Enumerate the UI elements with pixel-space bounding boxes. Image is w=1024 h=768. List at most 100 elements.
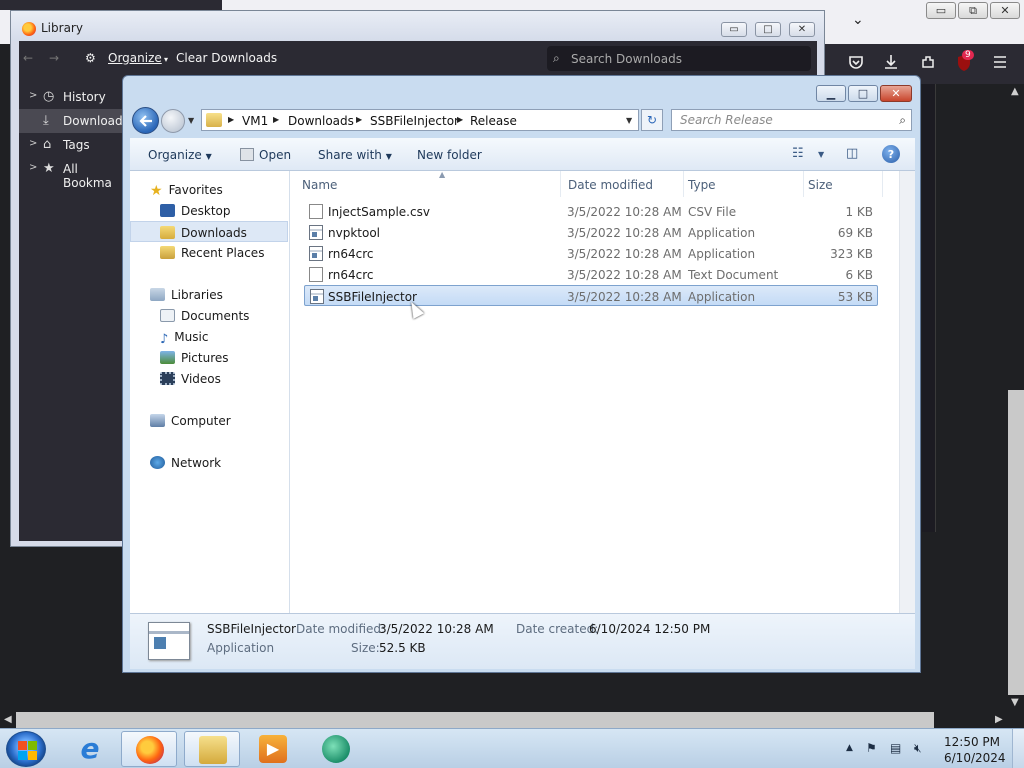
explorer-close-button[interactable]: ✕ bbox=[880, 85, 912, 102]
breadcrumb-separator-icon[interactable]: ▶ bbox=[273, 115, 279, 124]
file-row[interactable]: nvpktool 3/5/2022 10:28 AM Application 6… bbox=[304, 222, 878, 243]
expand-chevron-icon[interactable]: > bbox=[29, 90, 37, 101]
breadcrumb-downloads[interactable]: Downloads bbox=[288, 114, 354, 128]
column-header-size[interactable]: Size bbox=[808, 171, 883, 197]
sidebar-item-all-bookmarks[interactable]: > ★ All Bookma bbox=[19, 157, 129, 190]
refresh-icon[interactable]: ↻ bbox=[641, 109, 663, 131]
scroll-up-arrow-icon[interactable]: ▲ bbox=[1011, 86, 1019, 97]
scroll-down-arrow-icon[interactable]: ▼ bbox=[1011, 697, 1019, 708]
organize-label: Organize bbox=[148, 148, 202, 162]
taskbar-chat-app[interactable] bbox=[308, 731, 364, 767]
breadcrumb-vm1[interactable]: VM1 bbox=[242, 114, 268, 128]
address-dropdown-icon[interactable]: ▼ bbox=[626, 116, 632, 125]
open-icon bbox=[240, 148, 254, 161]
folder-icon bbox=[206, 113, 222, 127]
nav-network[interactable]: Network bbox=[130, 452, 288, 473]
expand-chevron-icon[interactable]: > bbox=[29, 138, 37, 149]
clear-downloads-button[interactable]: Clear Downloads bbox=[176, 51, 277, 65]
back-arrow-icon[interactable]: ← bbox=[23, 51, 33, 65]
sidebar-item-history[interactable]: > ◷ History bbox=[19, 85, 129, 109]
column-header-name[interactable]: Name ▲ bbox=[302, 170, 561, 197]
file-row-selected[interactable]: SSBFileInjector 3/5/2022 10:28 AM Applic… bbox=[304, 285, 878, 306]
help-icon[interactable]: ? bbox=[882, 145, 900, 163]
breadcrumb-separator-icon[interactable]: ▶ bbox=[457, 115, 463, 124]
network-tray-icon[interactable]: ▤ bbox=[890, 741, 901, 755]
preview-pane-icon[interactable]: ◫ bbox=[846, 146, 858, 161]
taskbar-internet-explorer[interactable]: e bbox=[62, 731, 118, 767]
explorer-minimize-button[interactable]: ▁ bbox=[816, 85, 846, 102]
breadcrumb-separator-icon[interactable]: ▶ bbox=[228, 115, 234, 124]
column-header-type[interactable]: Type bbox=[688, 171, 804, 197]
sidebar-item-tags[interactable]: > ⌂ Tags bbox=[19, 133, 129, 157]
firefox-horizontal-scroll-thumb[interactable] bbox=[16, 712, 934, 728]
library-minimize-button[interactable]: ▭ bbox=[721, 22, 747, 37]
view-dropdown-icon[interactable]: ▼ bbox=[818, 150, 824, 159]
scroll-left-arrow-icon[interactable]: ◀ bbox=[4, 714, 12, 725]
share-dropdown-icon: ▼ bbox=[385, 152, 392, 161]
nav-computer[interactable]: Computer bbox=[130, 410, 288, 431]
library-maximize-button[interactable]: □ bbox=[755, 22, 781, 37]
change-view-icon[interactable]: ☷ bbox=[792, 146, 804, 161]
nav-label: Network bbox=[171, 456, 222, 470]
share-with-button[interactable]: Share with ▼ bbox=[318, 148, 392, 162]
show-desktop-button[interactable] bbox=[1012, 729, 1024, 768]
breadcrumb-ssbfileinjector[interactable]: SSBFileInjector bbox=[370, 114, 459, 128]
nav-pictures[interactable]: Pictures bbox=[130, 347, 288, 368]
breadcrumb-release[interactable]: Release bbox=[470, 114, 517, 128]
file-row[interactable]: InjectSample.csv 3/5/2022 10:28 AM CSV F… bbox=[304, 201, 878, 222]
open-button[interactable]: Open bbox=[240, 148, 291, 162]
recent-pages-dropdown-icon[interactable]: ▼ bbox=[188, 116, 194, 125]
application-icon bbox=[148, 622, 190, 660]
library-close-button[interactable]: ✕ bbox=[789, 22, 815, 37]
firefox-restore-button[interactable]: ⧉ bbox=[958, 2, 988, 19]
nav-music[interactable]: ♪ Music bbox=[130, 326, 288, 347]
firefox-close-button[interactable]: ✕ bbox=[990, 2, 1020, 19]
nav-documents[interactable]: Documents bbox=[130, 305, 288, 326]
start-button[interactable] bbox=[6, 731, 46, 767]
forward-arrow-icon[interactable]: → bbox=[49, 51, 59, 65]
forward-button[interactable] bbox=[161, 109, 185, 133]
action-center-flag-icon[interactable]: ⚑ bbox=[866, 741, 877, 755]
windows-logo-icon bbox=[18, 741, 27, 750]
nav-videos[interactable]: Videos bbox=[130, 368, 288, 389]
firefox-minimize-button[interactable]: ▭ bbox=[926, 2, 956, 19]
search-downloads-input[interactable]: ⌕ Search Downloads bbox=[547, 46, 811, 71]
details-date-created-label: Date created: bbox=[516, 622, 599, 636]
download-icon[interactable] bbox=[881, 54, 901, 74]
extensions-icon[interactable] bbox=[918, 54, 938, 74]
sidebar-item-downloads[interactable]: ⤓ Downloads bbox=[19, 109, 129, 133]
library-title-bar[interactable]: Library ▭ □ ✕ bbox=[11, 11, 824, 41]
address-bar[interactable]: ▶ VM1 ▶ Downloads ▶ SSBFileInjector ▶ Re… bbox=[201, 109, 639, 131]
expand-chevron-icon[interactable]: > bbox=[29, 162, 37, 173]
show-hidden-icons-icon[interactable]: ▲ bbox=[846, 743, 853, 753]
library-organize-menu[interactable]: Organize bbox=[108, 51, 162, 65]
firefox-vertical-scroll-thumb[interactable] bbox=[1008, 390, 1024, 695]
nav-recent-places[interactable]: Recent Places bbox=[130, 242, 288, 263]
column-header-date[interactable]: Date modified bbox=[568, 171, 684, 197]
nav-downloads[interactable]: Downloads bbox=[130, 221, 288, 242]
nav-desktop[interactable]: Desktop bbox=[130, 200, 288, 221]
menu-icon[interactable] bbox=[990, 54, 1010, 74]
explorer-maximize-button[interactable]: □ bbox=[848, 85, 878, 102]
system-clock[interactable]: 12:50 PM 6/10/2024 bbox=[944, 734, 1006, 766]
list-all-tabs-chevron-icon[interactable]: ⌄ bbox=[852, 12, 864, 28]
search-release-input[interactable]: Search Release ⌕ bbox=[671, 109, 912, 131]
pocket-icon[interactable] bbox=[846, 54, 866, 74]
windows-logo-segment bbox=[28, 751, 37, 760]
breadcrumb-separator-icon[interactable]: ▶ bbox=[356, 115, 362, 124]
organize-button[interactable]: Organize ▼ bbox=[148, 148, 212, 162]
file-row[interactable]: rn64crc 3/5/2022 10:28 AM Text Document … bbox=[304, 264, 878, 285]
file-row[interactable]: rn64crc 3/5/2022 10:28 AM Application 32… bbox=[304, 243, 878, 264]
volume-muted-icon[interactable]: 🔇︎ bbox=[914, 741, 922, 756]
back-button[interactable] bbox=[132, 107, 159, 134]
taskbar-firefox[interactable] bbox=[121, 731, 177, 767]
nav-favorites[interactable]: ★ Favorites bbox=[130, 179, 288, 200]
new-folder-button[interactable]: New folder bbox=[417, 148, 482, 162]
taskbar-media-player[interactable]: ▶ bbox=[245, 731, 301, 767]
gear-icon[interactable]: ⚙ bbox=[85, 51, 96, 65]
file-list-scrollbar[interactable] bbox=[899, 171, 915, 613]
scroll-right-arrow-icon[interactable]: ▶ bbox=[995, 714, 1003, 725]
file-name: InjectSample.csv bbox=[328, 205, 430, 219]
nav-libraries[interactable]: Libraries bbox=[130, 284, 288, 305]
taskbar-file-explorer[interactable] bbox=[184, 731, 240, 767]
